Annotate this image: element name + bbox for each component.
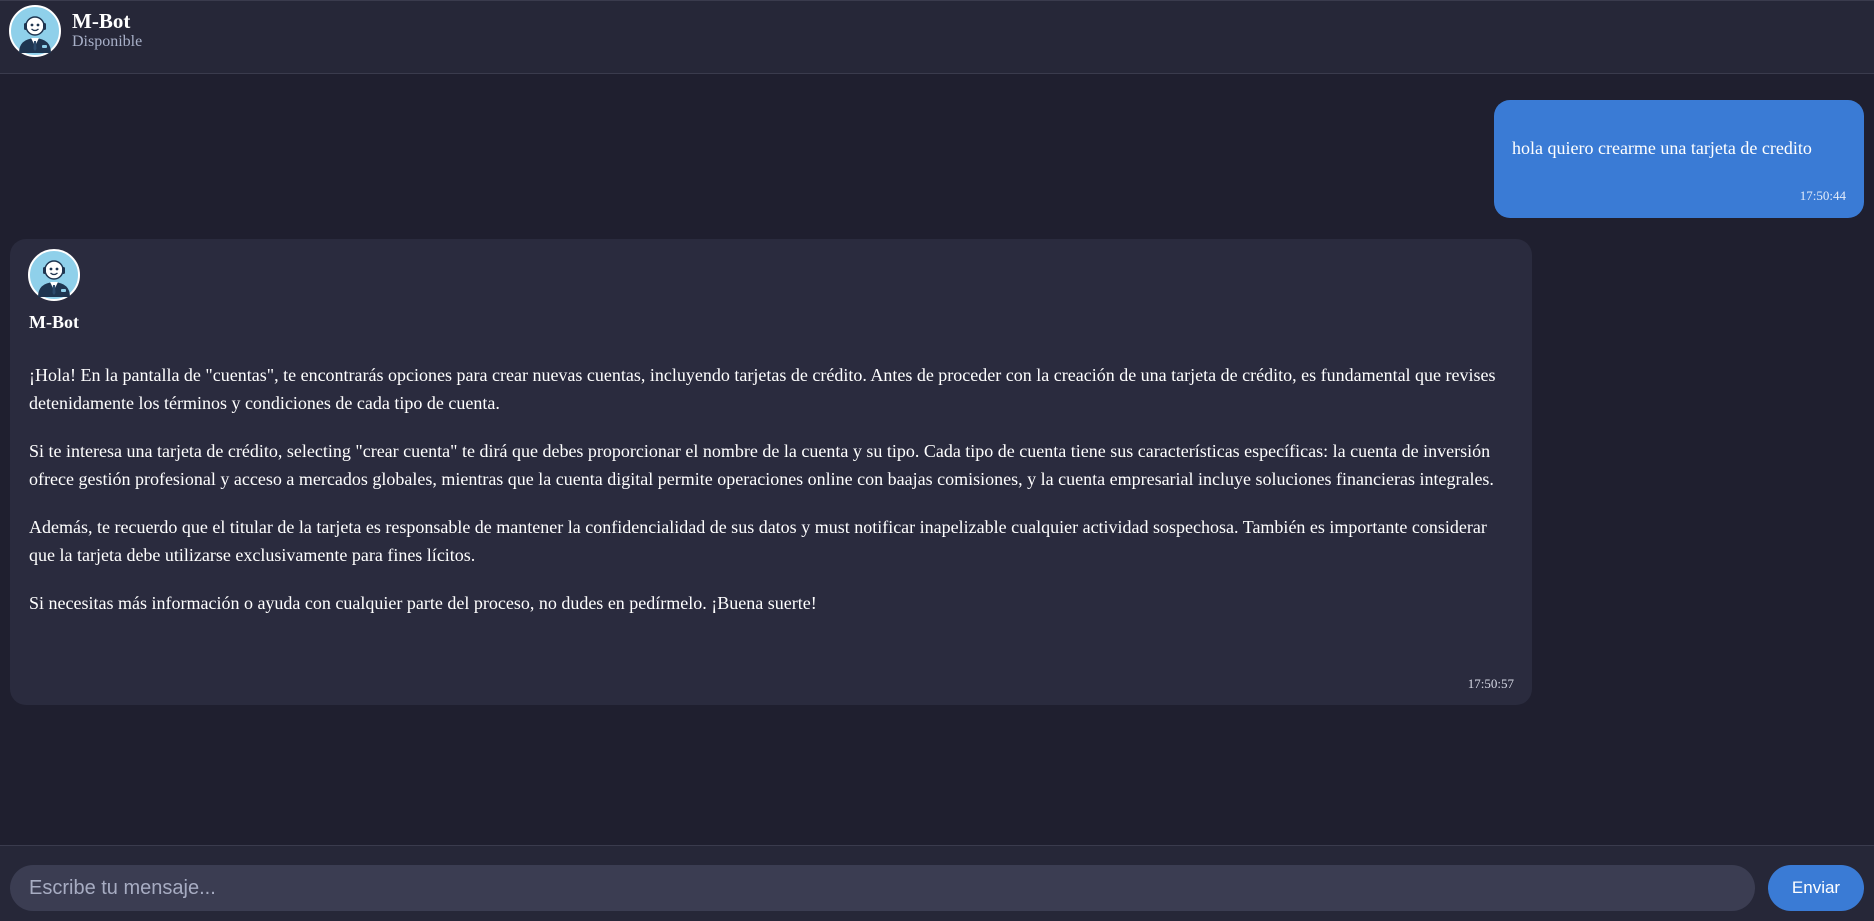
user-message-text: hola quiero crearme una tarjeta de credi… xyxy=(1512,138,1812,158)
header-status: Disponible xyxy=(72,33,143,50)
bot-message-paragraph: Si te interesa una tarjeta de crédito, s… xyxy=(29,441,1494,489)
bot-message-content: ¡Hola! En la pantalla de "cuentas", te e… xyxy=(29,361,1509,637)
bot-message-paragraph: Además, te recuerdo que el titular de la… xyxy=(29,517,1487,565)
send-button[interactable]: Enviar xyxy=(1768,865,1864,911)
bot-message-time: 17:50:57 xyxy=(1467,676,1514,691)
bot-message-sender: M-Bot xyxy=(29,312,79,332)
bot-avatar-icon xyxy=(28,249,80,301)
header-title: M-Bot xyxy=(72,9,131,33)
bot-message-bubble: M-Bot ¡Hola! En la pantalla de "cuentas"… xyxy=(10,239,1532,705)
bot-avatar-icon xyxy=(9,5,61,57)
chat-header: M-Bot Disponible xyxy=(0,0,1874,74)
bot-message-paragraph: Si necesitas más información o ayuda con… xyxy=(29,593,817,613)
message-list: hola quiero crearme una tarjeta de credi… xyxy=(0,74,1874,845)
user-message-bubble: hola quiero crearme una tarjeta de credi… xyxy=(1494,100,1864,218)
bot-message-paragraph: ¡Hola! En la pantalla de "cuentas", te e… xyxy=(29,365,1496,413)
user-message-time: 17:50:44 xyxy=(1799,188,1846,203)
message-input[interactable] xyxy=(10,865,1755,911)
composer-bar: Enviar xyxy=(0,845,1874,921)
chat-app: M-Bot Disponible hola quiero crearme una… xyxy=(0,0,1874,921)
